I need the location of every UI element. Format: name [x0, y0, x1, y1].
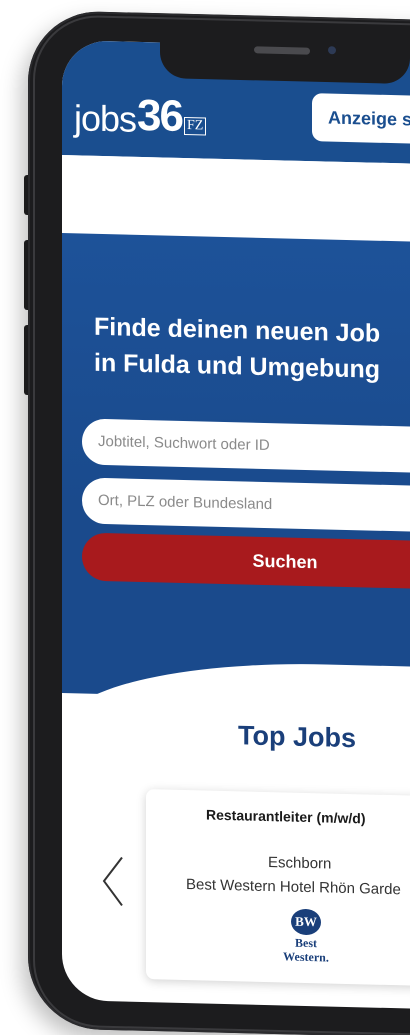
job-card-title: Restaurantleiter (m/w/d)	[206, 806, 366, 827]
header-spacer	[62, 155, 410, 244]
chevron-left-icon-graphic	[102, 856, 123, 907]
company-logo-badge: BW	[291, 908, 321, 936]
company-logo: BW Best Western.	[272, 908, 340, 972]
phone-camera	[328, 46, 336, 55]
hero-title: Finde deinen neuen Job in Fulda und Umge…	[94, 309, 410, 391]
company-logo-line-1: Best	[295, 935, 317, 951]
job-card-location: Eschborn	[268, 854, 332, 873]
phone-speaker	[254, 46, 310, 55]
phone-notch	[160, 36, 410, 85]
logo-suffix: FZ	[184, 116, 207, 136]
post-ad-button[interactable]: Anzeige s	[312, 93, 410, 146]
logo-text: jobs	[74, 97, 137, 140]
mockup-stage: jobs 36 FZ Anzeige s Finde deinen neuen …	[0, 0, 410, 1035]
logo-number: 36	[137, 90, 182, 141]
job-card[interactable]: Restaurantleiter (m/w/d) Eschborn Best W…	[146, 789, 410, 988]
site-logo[interactable]: jobs 36 FZ	[74, 90, 207, 141]
chevron-left-icon[interactable]	[98, 851, 128, 912]
phone-screen: jobs 36 FZ Anzeige s Finde deinen neuen …	[62, 40, 410, 1011]
job-card-company: Best Western Hotel Rhön Garde	[186, 876, 401, 899]
top-jobs-heading: Top Jobs	[238, 720, 356, 754]
company-logo-line-2: Western.	[283, 949, 329, 965]
